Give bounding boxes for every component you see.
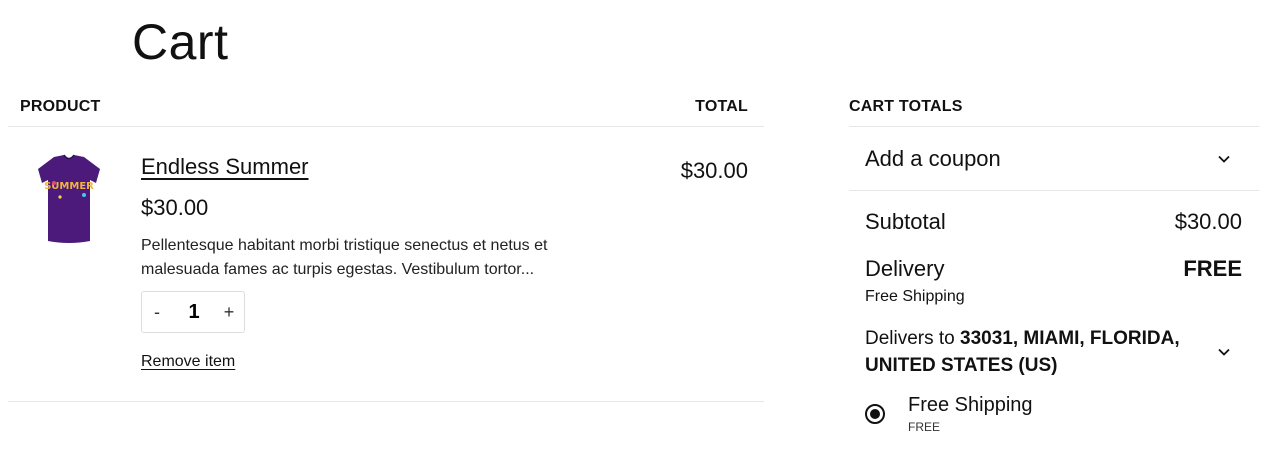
cart-page: Cart PRODUCT TOTAL SUMMER Endless Summer… xyxy=(0,0,1267,454)
cart-totals-panel: CART TOTALS Add a coupon Subtotal $30.00… xyxy=(849,86,1259,434)
tshirt-shape xyxy=(38,155,100,243)
cart-item-row: SUMMER Endless Summer $30.00 Pellentesqu… xyxy=(8,127,764,402)
delivery-value: FREE xyxy=(1183,256,1242,281)
print-dot xyxy=(58,195,62,199)
cart-items-table: PRODUCT TOTAL SUMMER Endless Summer $30.… xyxy=(8,86,764,402)
chevron-down-icon[interactable] xyxy=(1217,345,1231,359)
remove-item-link[interactable]: Remove item xyxy=(141,353,235,371)
increase-quantity-button[interactable]: + xyxy=(217,300,241,324)
product-name-link[interactable]: Endless Summer xyxy=(141,154,309,180)
chevron-down-icon xyxy=(1218,155,1230,163)
line-total: $30.00 xyxy=(680,158,748,183)
decrease-quantity-button[interactable]: - xyxy=(145,300,169,324)
column-header-product: PRODUCT xyxy=(20,98,101,115)
delivers-to-prefix: Delivers to xyxy=(865,328,955,349)
delivery-label: Delivery xyxy=(865,256,945,281)
cart-totals-title: CART TOTALS xyxy=(849,98,963,115)
radio-dot xyxy=(870,409,880,419)
page-title: Cart xyxy=(132,14,229,70)
shipping-option-free[interactable]: Free Shipping FREE xyxy=(865,394,1165,438)
subtotal-value: $30.00 xyxy=(1174,209,1242,234)
delivery-method: Free Shipping xyxy=(865,288,965,305)
shipping-option-name: Free Shipping xyxy=(908,394,1033,416)
cart-totals-header: CART TOTALS xyxy=(849,86,1259,127)
quantity-input[interactable] xyxy=(172,300,216,324)
thumbnail-print-text: SUMMER xyxy=(44,181,94,192)
product-unit-price: $30.00 xyxy=(141,195,209,220)
print-dot xyxy=(82,193,86,197)
product-thumbnail[interactable]: SUMMER xyxy=(34,153,104,247)
column-header-total: TOTAL xyxy=(695,98,748,115)
delivery-address-toggle[interactable]: Delivers to 33031, MIAMI, FLORIDA, UNITE… xyxy=(865,325,1195,379)
coupon-label: Add a coupon xyxy=(865,146,1001,171)
product-description: Pellentesque habitant morbi tristique se… xyxy=(141,237,548,278)
add-coupon-toggle[interactable]: Add a coupon xyxy=(849,127,1259,191)
subtotal-label: Subtotal xyxy=(865,209,946,234)
shipping-option-price: FREE xyxy=(908,420,941,434)
print-dot xyxy=(52,181,56,185)
radio-selected-icon[interactable] xyxy=(865,404,885,424)
quantity-stepper: - + xyxy=(141,291,245,333)
table-header: PRODUCT TOTAL xyxy=(8,86,764,127)
